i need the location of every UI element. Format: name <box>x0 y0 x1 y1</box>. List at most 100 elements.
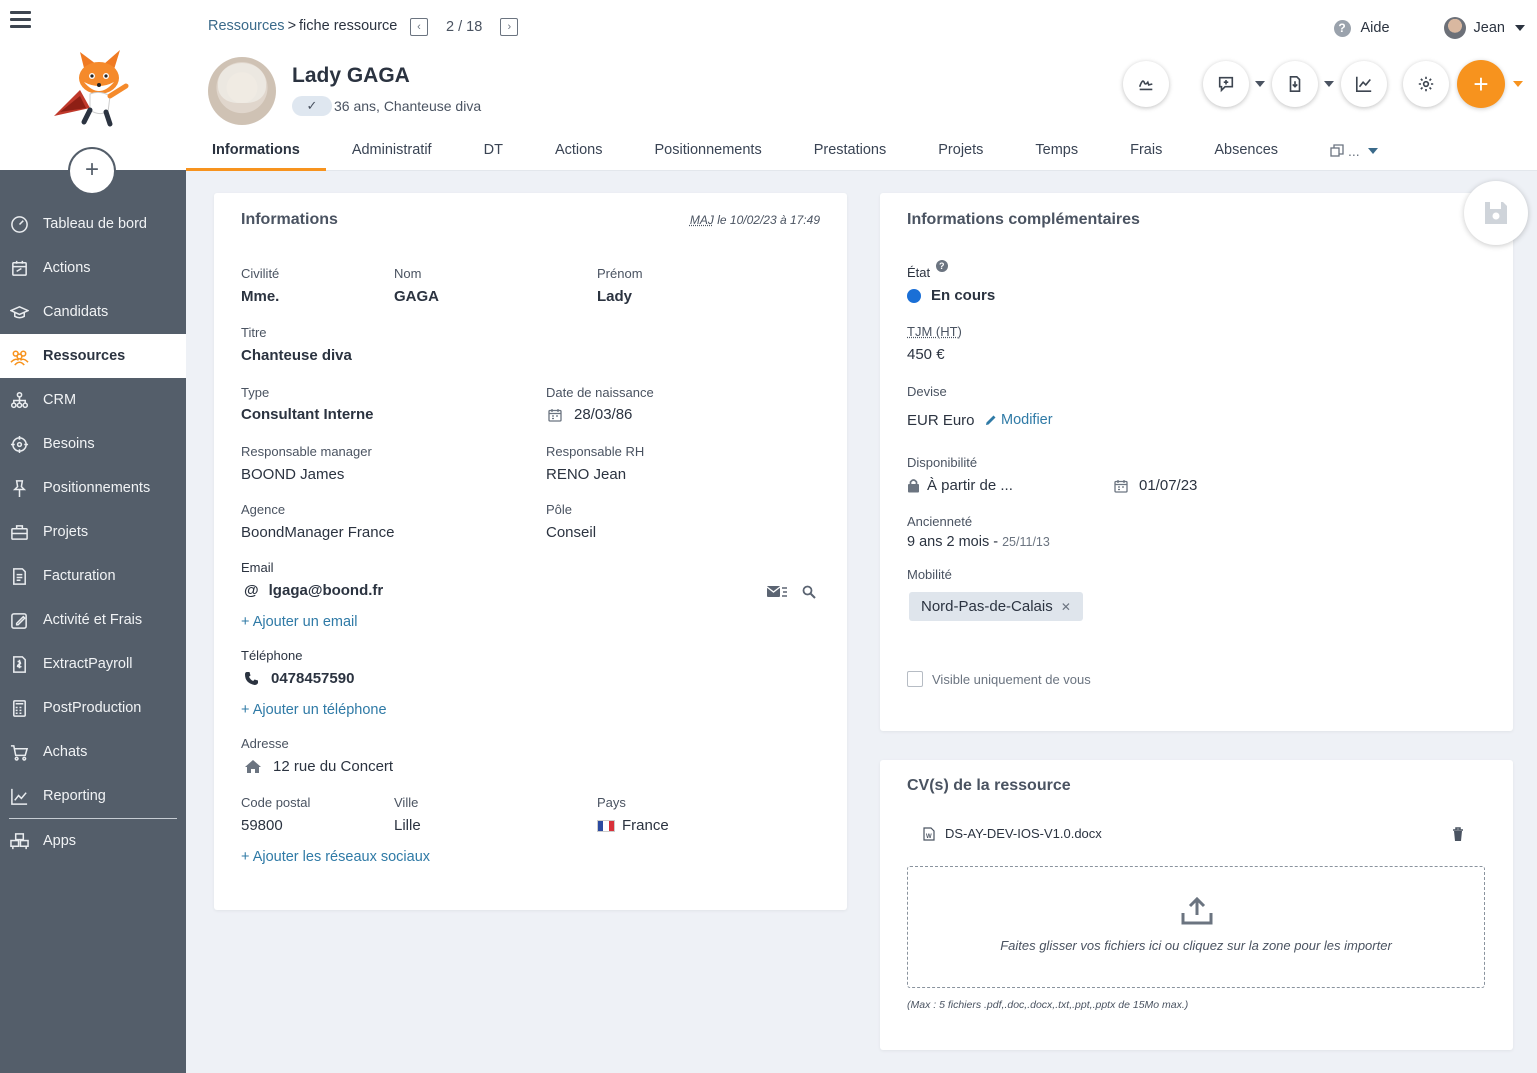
sidebar-item-crm[interactable]: CRM <box>0 378 186 422</box>
edit-icon <box>8 609 30 631</box>
help-icon[interactable]: ? <box>1333 19 1351 37</box>
tab-temps[interactable]: Temps <box>1009 130 1104 171</box>
tab-projets[interactable]: Projets <box>912 130 1009 171</box>
sidebar-item-apps[interactable]: Apps <box>0 819 186 863</box>
naissance-field[interactable]: 28/03/86 <box>548 406 632 423</box>
etat-field[interactable]: En cours <box>907 287 995 304</box>
trash-icon[interactable] <box>1452 827 1464 842</box>
send-mail-icon[interactable] <box>766 585 788 599</box>
sidebar-item-projets[interactable]: Projets <box>0 510 186 554</box>
modifier-devise-link[interactable]: Modifier <box>985 412 1053 428</box>
chevron-down-icon[interactable] <box>1515 25 1525 31</box>
titre-value[interactable]: Chanteuse diva <box>241 347 352 364</box>
cv-file-row[interactable]: W DS-AY-DEV-IOS-V1.0.docx <box>923 826 1102 841</box>
tab-dt[interactable]: DT <box>458 130 529 171</box>
sidebar-item-tableau-de-bord[interactable]: Tableau de bord <box>0 202 186 246</box>
line-chart-icon <box>1355 76 1372 93</box>
tab-administratif[interactable]: Administratif <box>326 130 458 171</box>
breadcrumb-link-ressources[interactable]: Ressources <box>208 18 285 34</box>
resp-rh-value[interactable]: RENO Jean <box>546 466 626 483</box>
visible-checkbox[interactable] <box>907 671 923 687</box>
code-postal-value[interactable]: 59800 <box>241 817 283 834</box>
pole-label: Pôle <box>546 502 573 517</box>
add-telephone-link[interactable]: + Ajouter un téléphone <box>241 702 387 718</box>
sidebar-item-extractpayroll[interactable]: ExtractPayroll <box>0 642 186 686</box>
sidebar-item-facturation[interactable]: Facturation <box>0 554 186 598</box>
tab-frais[interactable]: Frais <box>1104 130 1188 171</box>
hamburger-menu-icon[interactable] <box>10 11 31 29</box>
tab-absences[interactable]: Absences <box>1188 130 1304 171</box>
resource-avatar[interactable] <box>208 57 276 125</box>
ville-value[interactable]: Lille <box>394 817 421 834</box>
close-icon[interactable]: ✕ <box>1061 600 1071 614</box>
save-button[interactable] <box>1464 181 1528 245</box>
add-social-link[interactable]: + Ajouter les réseaux sociaux <box>241 849 430 865</box>
sidebar-item-activite-frais[interactable]: Activité et Frais <box>0 598 186 642</box>
code-postal-label: Code postal <box>241 795 311 810</box>
pole-value[interactable]: Conseil <box>546 524 596 541</box>
upload-limit-text: (Max : 5 fichiers .pdf,.doc,.docx,.txt,.… <box>907 999 1189 1011</box>
sidebar-item-actions[interactable]: Actions <box>0 246 186 290</box>
user-avatar[interactable] <box>1443 17 1466 39</box>
card-title: Informations <box>241 211 338 228</box>
document-button[interactable] <box>1272 61 1318 107</box>
target-icon <box>8 433 30 455</box>
tab-actions[interactable]: Actions <box>529 130 629 171</box>
sidebar-item-positionnements[interactable]: Positionnements <box>0 466 186 510</box>
tab-more-dropdown[interactable]: ... <box>1304 130 1404 171</box>
sidebar-item-postproduction[interactable]: PostProduction <box>0 686 186 730</box>
search-icon[interactable] <box>802 585 816 599</box>
action-toolbar: + <box>1123 60 1523 108</box>
email-field[interactable]: @ lgaga@boond.fr <box>244 582 383 599</box>
signature-button[interactable] <box>1123 61 1169 107</box>
civilite-value[interactable]: Mme. <box>241 288 279 305</box>
next-record-button[interactable]: › <box>500 18 519 36</box>
sidebar-nav: Tableau de bord Actions Candidats Ressou… <box>0 202 186 863</box>
resp-manager-value[interactable]: BOOND James <box>241 466 344 483</box>
sidebar-item-ressources[interactable]: Ressources <box>0 334 186 378</box>
sidebar-item-achats[interactable]: Achats <box>0 730 186 774</box>
anciennete-label: Ancienneté <box>907 514 973 529</box>
pays-field[interactable]: France <box>597 817 669 834</box>
pays-label: Pays <box>597 795 626 810</box>
tjm-value[interactable]: 450 € <box>907 346 945 363</box>
cv-file-name: DS-AY-DEV-IOS-V1.0.docx <box>945 826 1102 841</box>
comment-dropdown-caret[interactable] <box>1255 81 1265 87</box>
tab-positionnements[interactable]: Positionnements <box>629 130 788 171</box>
help-icon[interactable]: ? <box>935 260 948 272</box>
user-name[interactable]: Jean <box>1474 20 1505 36</box>
sidebar-item-reporting[interactable]: Reporting <box>0 774 186 818</box>
payroll-icon <box>8 653 30 675</box>
comment-button[interactable] <box>1203 61 1249 107</box>
sidebar-item-candidats[interactable]: Candidats <box>0 290 186 334</box>
disponibilite-value: À partir de ... <box>927 477 1013 494</box>
document-dropdown-caret[interactable] <box>1324 81 1334 87</box>
type-value[interactable]: Consultant Interne <box>241 406 374 423</box>
invoice-icon <box>8 565 30 587</box>
etat-label-text: État <box>907 265 931 280</box>
telephone-field[interactable]: 0478457590 <box>244 670 354 687</box>
create-dropdown-caret[interactable] <box>1513 81 1523 87</box>
settings-button[interactable] <box>1403 61 1449 107</box>
create-button[interactable]: + <box>1457 60 1505 108</box>
prenom-value[interactable]: Lady <box>597 288 632 305</box>
adresse-field[interactable]: 12 rue du Concert <box>244 758 393 775</box>
agence-label: Agence <box>241 502 286 517</box>
visible-checkbox-label: Visible uniquement de vous <box>932 671 1091 687</box>
previous-record-button[interactable]: ‹ <box>410 18 428 36</box>
phone-icon <box>245 672 258 685</box>
file-dropzone[interactable]: Faites glisser vos fichiers ici ou cliqu… <box>907 866 1485 988</box>
reporting-button[interactable] <box>1341 61 1387 107</box>
agence-value[interactable]: BoondManager France <box>241 524 394 541</box>
add-email-link[interactable]: + Ajouter un email <box>241 614 357 630</box>
disponibilite-date-field[interactable]: 01/07/23 <box>1114 477 1197 494</box>
disponibilite-field[interactable]: À partir de ... <box>907 477 1013 494</box>
type-label: Type <box>241 385 270 400</box>
nom-value[interactable]: GAGA <box>394 288 439 305</box>
help-link[interactable]: Aide <box>1361 20 1390 36</box>
quick-add-button[interactable]: + <box>68 147 116 195</box>
mobilite-tag[interactable]: Nord-Pas-de-Calais ✕ <box>909 592 1083 621</box>
tab-informations[interactable]: Informations <box>186 130 326 171</box>
tab-prestations[interactable]: Prestations <box>788 130 913 171</box>
sidebar-item-besoins[interactable]: Besoins <box>0 422 186 466</box>
